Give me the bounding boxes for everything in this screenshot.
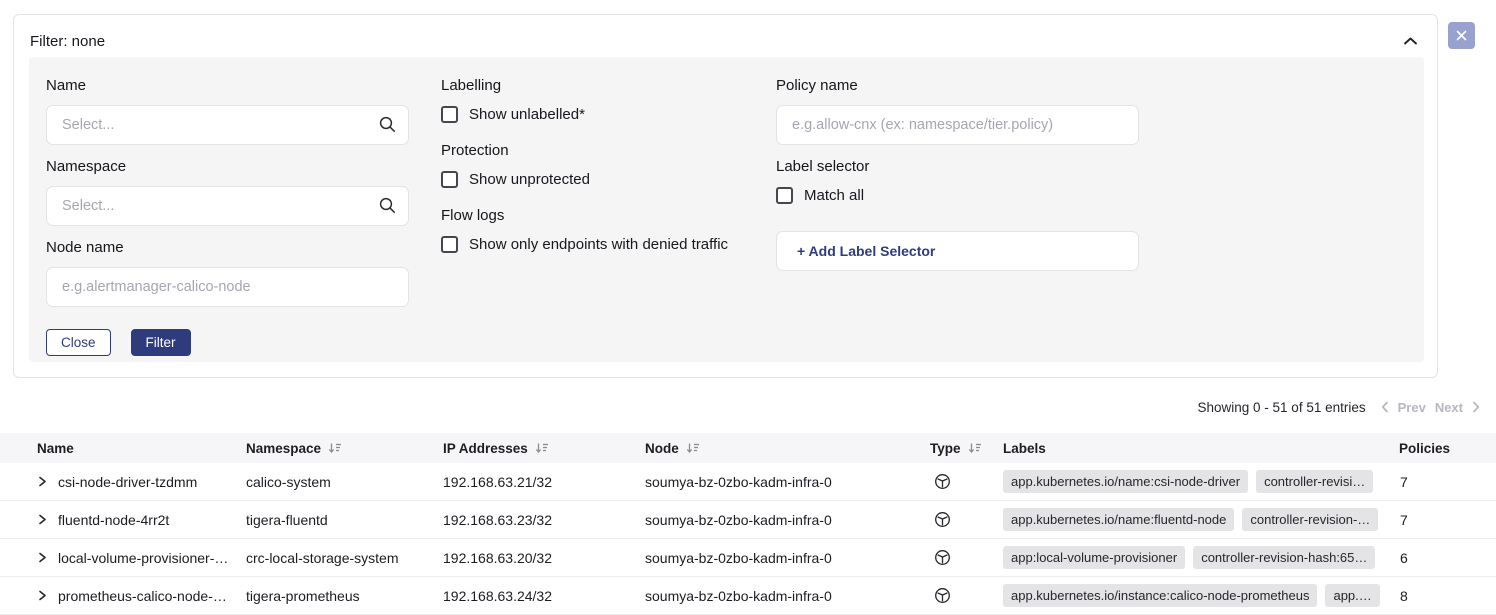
prev-chevron-icon[interactable] xyxy=(1381,401,1389,413)
pod-icon xyxy=(934,549,951,566)
search-icon xyxy=(378,196,397,215)
sort-icon[interactable] xyxy=(968,442,982,454)
namespace-field-label: Namespace xyxy=(46,158,409,176)
policies-count: 6 xyxy=(1390,550,1496,566)
pod-icon xyxy=(934,587,951,604)
collapse-panel-button[interactable] xyxy=(1398,29,1422,53)
add-label-selector-button[interactable]: + Add Label Selector xyxy=(776,231,1139,271)
label-chip: app.kubernetes.io/instance:calico-node-p… xyxy=(1003,584,1317,607)
policy-name-input[interactable] xyxy=(776,105,1139,145)
table-row: csi-node-driver-tzdmm calico-system 192.… xyxy=(0,463,1496,501)
endpoint-node: soumya-bz-0zbo-kadm-infra-0 xyxy=(645,474,930,490)
node-name-field-label: Node name xyxy=(46,239,409,257)
column-header-name[interactable]: Name xyxy=(0,441,246,456)
column-header-labels: Labels xyxy=(1003,441,1390,456)
label-chip: controller-revision-hash:65… xyxy=(1193,546,1375,569)
table-row: local-volume-provisioner-… crc-local-sto… xyxy=(0,539,1496,577)
policies-count: 8 xyxy=(1390,588,1496,604)
endpoint-node: soumya-bz-0zbo-kadm-infra-0 xyxy=(645,550,930,566)
filter-panel-header: Filter: none xyxy=(29,25,1422,57)
namespace-select-input[interactable] xyxy=(46,186,409,226)
policy-name-label: Policy name xyxy=(776,77,1139,95)
name-field-label: Name xyxy=(46,77,409,95)
column-header-ip-addresses[interactable]: IP Addresses xyxy=(443,441,645,456)
column-header-namespace[interactable]: Namespace xyxy=(246,441,443,456)
label-chip: controller-revision-… xyxy=(1242,508,1378,531)
endpoint-ip: 192.168.63.24/32 xyxy=(443,588,645,604)
label-selector-label: Label selector xyxy=(776,158,1139,176)
label-chip: app.kubernetes.io/name:fluentd-node xyxy=(1003,508,1234,531)
protection-label: Protection xyxy=(441,142,776,160)
node-name-input[interactable] xyxy=(46,267,409,307)
next-button[interactable]: Next xyxy=(1435,400,1463,415)
sort-icon[interactable] xyxy=(535,442,549,454)
labelling-label: Labelling xyxy=(441,77,776,95)
pagination: Showing 0 - 51 of 51 entries Prev Next xyxy=(1198,397,1481,417)
entries-summary: Showing 0 - 51 of 51 entries xyxy=(1198,400,1366,415)
column-header-node[interactable]: Node xyxy=(645,441,930,456)
match-all-checkbox[interactable] xyxy=(776,187,793,204)
close-panel-button[interactable] xyxy=(1448,22,1475,49)
endpoint-name[interactable]: local-volume-provisioner-… xyxy=(58,550,228,566)
filter-button[interactable]: Filter xyxy=(131,329,191,356)
expand-row-icon[interactable] xyxy=(36,551,48,564)
chevron-up-icon xyxy=(1403,36,1418,46)
label-chip: app.kubernetes.io/name:csi-node-driver xyxy=(1003,470,1248,493)
policies-count: 7 xyxy=(1390,512,1496,528)
column-header-type[interactable]: Type xyxy=(930,441,1003,456)
show-unprotected-checkbox[interactable] xyxy=(441,171,458,188)
denied-traffic-label: Show only endpoints with denied traffic xyxy=(469,236,728,253)
label-chip: controller-revisi… xyxy=(1256,470,1373,493)
column-header-policies: Policies xyxy=(1390,441,1496,456)
endpoint-namespace: calico-system xyxy=(246,474,443,490)
sort-icon[interactable] xyxy=(686,442,700,454)
denied-traffic-checkbox[interactable] xyxy=(441,236,458,253)
filter-column-left: Name Namespace Node name Close Filt xyxy=(46,77,409,356)
endpoint-ip: 192.168.63.23/32 xyxy=(443,512,645,528)
filter-column-middle: Labelling Show unlabelled* Protection Sh… xyxy=(441,77,776,272)
search-icon xyxy=(378,115,397,134)
endpoint-namespace: crc-local-storage-system xyxy=(246,550,443,566)
endpoint-namespace: tigera-fluentd xyxy=(246,512,443,528)
pod-icon xyxy=(934,473,951,490)
expand-row-icon[interactable] xyxy=(36,475,48,488)
filter-form-area: Name Namespace Node name Close Filt xyxy=(29,57,1424,362)
endpoint-ip: 192.168.63.21/32 xyxy=(443,474,645,490)
show-unlabelled-label: Show unlabelled* xyxy=(469,106,585,123)
close-icon xyxy=(1456,30,1467,41)
flow-logs-label: Flow logs xyxy=(441,207,776,225)
show-unprotected-label: Show unprotected xyxy=(469,171,590,188)
table-header-row: Name Namespace IP Addresses Node Type xyxy=(0,433,1496,463)
sort-icon[interactable] xyxy=(328,442,342,454)
filter-column-right: Policy name Label selector Match all + A… xyxy=(776,77,1139,271)
next-chevron-icon[interactable] xyxy=(1472,401,1480,413)
expand-row-icon[interactable] xyxy=(36,513,48,526)
endpoint-node: soumya-bz-0zbo-kadm-infra-0 xyxy=(645,512,930,528)
filter-panel-title: Filter: none xyxy=(29,33,105,50)
prev-button[interactable]: Prev xyxy=(1398,400,1426,415)
filter-panel: Filter: none Name Namespace xyxy=(13,14,1438,378)
endpoint-node: soumya-bz-0zbo-kadm-infra-0 xyxy=(645,588,930,604)
table-row: fluentd-node-4rr2t tigera-fluentd 192.16… xyxy=(0,501,1496,539)
endpoints-table: Name Namespace IP Addresses Node Type xyxy=(0,433,1496,615)
label-chip: app.… xyxy=(1325,584,1379,607)
endpoint-name[interactable]: fluentd-node-4rr2t xyxy=(58,512,169,528)
pod-icon xyxy=(934,511,951,528)
match-all-label: Match all xyxy=(804,187,864,204)
table-row: prometheus-calico-node-… tigera-promethe… xyxy=(0,577,1496,615)
expand-row-icon[interactable] xyxy=(36,589,48,602)
endpoint-namespace: tigera-prometheus xyxy=(246,588,443,604)
close-button[interactable]: Close xyxy=(46,329,111,356)
endpoint-name[interactable]: prometheus-calico-node-… xyxy=(58,588,227,604)
name-select-input[interactable] xyxy=(46,105,409,145)
endpoint-name[interactable]: csi-node-driver-tzdmm xyxy=(58,474,197,490)
endpoint-ip: 192.168.63.20/32 xyxy=(443,550,645,566)
show-unlabelled-checkbox[interactable] xyxy=(441,106,458,123)
label-chip: app:local-volume-provisioner xyxy=(1003,546,1185,569)
policies-count: 7 xyxy=(1390,474,1496,490)
